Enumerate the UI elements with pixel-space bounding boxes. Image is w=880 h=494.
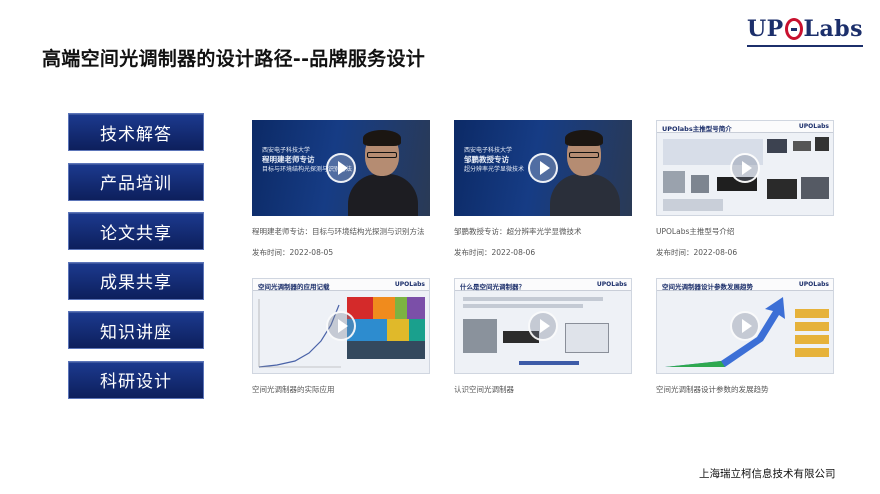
mini-logo: UPOLabs (596, 281, 627, 288)
interviewee-photo (348, 128, 418, 216)
slide: UP Labs 高端空间光调制器的设计路径--品牌服务设计 技术解答 产品培训 论… (0, 0, 880, 494)
company-name: 上海瑞立柯信息技术有限公司 (699, 468, 836, 480)
video-date: 发布时间：2022-08-06 (454, 248, 536, 257)
video-thumbnail[interactable]: 空间光调制器设计参数发展趋势 UPOLabs (656, 278, 834, 374)
nav-button-product-training[interactable]: 产品培训 (68, 162, 204, 201)
video-caption[interactable]: 空间光调制器设计参数的发展趋势 (656, 384, 834, 395)
video-caption[interactable]: 空间光调制器的实际应用 (252, 384, 430, 395)
video-card[interactable]: 空间光调制器的应用记载 UPOLabs 空间光调制器的实际应用 (252, 278, 430, 395)
video-caption[interactable]: UPOLabs主推型号介绍 (656, 226, 834, 237)
play-icon[interactable] (528, 311, 558, 341)
mini-logo: UPOLabs (798, 123, 829, 130)
video-caption[interactable]: 认识空间光调制器 (454, 384, 632, 395)
video-thumbnail[interactable]: 空间光调制器的应用记载 UPOLabs (252, 278, 430, 374)
nav-button-research-design[interactable]: 科研设计 (68, 360, 204, 399)
logo-o-icon (784, 18, 803, 40)
nav-button-tech-answers[interactable]: 技术解答 (68, 113, 204, 151)
side-nav: 技术解答 产品培训 论文共享 成果共享 知识讲座 科研设计 (68, 113, 204, 411)
video-date: 发布时间：2022-08-05 (252, 248, 334, 257)
page-title: 高端空间光调制器的设计路径--品牌服务设计 (42, 48, 426, 70)
mini-logo: UPOLabs (798, 281, 829, 288)
play-icon[interactable] (730, 311, 760, 341)
video-caption[interactable]: 程明建老师专访：目标与环境结构光探测与识别方法 (252, 226, 430, 237)
play-icon[interactable] (528, 153, 558, 183)
mini-logo: UPOLabs (394, 281, 425, 288)
video-date: 发布时间：2022-08-06 (656, 248, 738, 257)
upolabs-logo: UP Labs (747, 14, 863, 47)
video-card[interactable]: UPOlabs主推型号简介 UPOLabs UPOLabs主推型号介绍 发布时间… (656, 120, 834, 258)
video-card[interactable]: 空间光调制器设计参数发展趋势 UPOLabs 空间光调制器设计参数的发展趋势 (656, 278, 834, 395)
video-thumbnail[interactable]: 什么是空间光调制器？ UPOLabs (454, 278, 632, 374)
play-icon[interactable] (326, 153, 356, 183)
interviewee-photo (550, 128, 620, 216)
video-thumbnail[interactable]: 西安电子科技大学 程明建老师专访 目标与环境结构光探测与识别方法 (252, 120, 430, 216)
nav-button-results-sharing[interactable]: 成果共享 (68, 261, 204, 300)
video-thumbnail[interactable]: 西安电子科技大学 邹鹏教授专访 超分辨率光学显微技术 (454, 120, 632, 216)
nav-button-paper-sharing[interactable]: 论文共享 (68, 212, 204, 251)
video-card[interactable]: 西安电子科技大学 邹鹏教授专访 超分辨率光学显微技术 邹鹏教授专访：超分辨率光学… (454, 120, 632, 258)
video-thumbnail[interactable]: UPOlabs主推型号简介 UPOLabs (656, 120, 834, 216)
video-card[interactable]: 西安电子科技大学 程明建老师专访 目标与环境结构光探测与识别方法 程明建老师专访… (252, 120, 430, 258)
video-card[interactable]: 什么是空间光调制器？ UPOLabs 认识空间光调制器 (454, 278, 632, 395)
trend-arrow-graphic (665, 297, 785, 367)
play-icon[interactable] (730, 153, 760, 183)
video-caption[interactable]: 邹鹏教授专访：超分辨率光学显微技术 (454, 226, 632, 237)
nav-button-lectures[interactable]: 知识讲座 (68, 311, 204, 350)
play-icon[interactable] (326, 311, 356, 341)
